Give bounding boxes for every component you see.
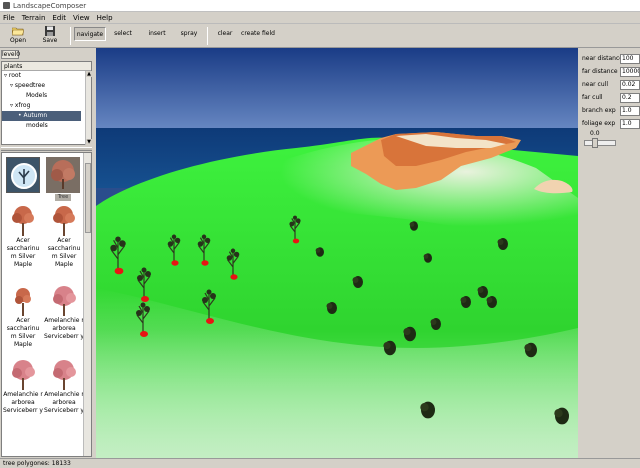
- serviceberry-tree-icon: [12, 360, 35, 390]
- tool-spray[interactable]: spray: [176, 27, 202, 41]
- tool-clear[interactable]: clear: [212, 27, 238, 41]
- plant-item[interactable]: Amelanchie r arborea Serviceberr y: [3, 357, 43, 415]
- far-distance-field[interactable]: 10000: [620, 67, 640, 77]
- plant-item[interactable]: Amelanchie r arborea Serviceberr y: [44, 283, 84, 341]
- gallery-scrollbar[interactable]: [83, 153, 91, 456]
- terrain-scene: [96, 48, 578, 458]
- red-marker: [292, 238, 300, 244]
- maple-tree-icon: [12, 206, 34, 236]
- panel-splitter[interactable]: [1, 147, 92, 151]
- serviceberry-tree-icon: [53, 286, 76, 316]
- menu-view[interactable]: View: [73, 14, 90, 22]
- tool-create-field[interactable]: create field: [240, 27, 276, 41]
- plant-label: Acer saccharinu m Silver Maple: [6, 317, 40, 348]
- red-marker: [201, 260, 209, 266]
- red-marker: [206, 318, 214, 324]
- toolbar-separator: [70, 27, 71, 45]
- plant-label: Acer saccharinu m Silver Maple: [6, 237, 40, 268]
- plant-item[interactable]: Acer saccharinu m Silver Maple: [44, 203, 84, 269]
- toolbar-separator: [207, 27, 208, 45]
- plant-item[interactable]: Amelanchie r arborea Serviceberr y: [44, 357, 84, 415]
- open-button[interactable]: Open: [6, 25, 30, 47]
- param-near-distance-label: near distance: [582, 55, 623, 62]
- tree-node-models-xfrog[interactable]: models: [26, 121, 48, 131]
- status-bar: tree polygones: 18133: [0, 458, 640, 468]
- plant-tree-view: plants ▿ root ▿ speedtree Models ▿ xfrog…: [1, 61, 92, 145]
- open-label: Open: [9, 37, 27, 44]
- plant-label: Tree: [55, 194, 71, 201]
- menu-bar: File Terrain Edit View Help: [0, 12, 640, 24]
- param-branch-exp-label: branch exp: [582, 107, 616, 114]
- tree-header[interactable]: plants: [2, 62, 91, 71]
- tree-node-speedtree[interactable]: ▿ speedtree: [10, 81, 45, 91]
- plant-item[interactable]: Acer saccharinu m Silver Maple: [3, 203, 43, 269]
- app-window: LandscapeComposer File Terrain Edit View…: [0, 0, 640, 468]
- tree-node-root[interactable]: ▿ root: [4, 71, 21, 81]
- foliage-exp-field[interactable]: 1.0: [620, 119, 640, 129]
- tree-node-label: Autumn: [23, 112, 48, 119]
- plant-label: Amelanchie r arborea Serviceberr y: [44, 391, 84, 414]
- folder-open-icon: [12, 27, 24, 36]
- tool-navigate[interactable]: navigate: [74, 27, 106, 41]
- floppy-disk-icon: [45, 26, 55, 36]
- tree-scrollbar[interactable]: ▲ ▼: [85, 71, 92, 145]
- plant-label: Amelanchie r arborea Serviceberr y: [44, 317, 84, 340]
- left-panel: level0 plants ▿ root ▿ speedtree Models …: [0, 48, 96, 457]
- red-marker: [140, 331, 148, 337]
- plant-label: Acer saccharinu m Silver Maple: [47, 237, 81, 268]
- maple-tree-icon: [53, 206, 75, 236]
- maple-tree-icon: [15, 288, 31, 316]
- near-cull-field[interactable]: 0.02: [620, 80, 640, 90]
- menu-help[interactable]: Help: [97, 14, 113, 22]
- scroll-thumb[interactable]: [85, 163, 91, 233]
- title-bar: LandscapeComposer: [0, 0, 640, 12]
- plant-item[interactable]: Acer saccharinu m Silver Maple: [3, 283, 43, 349]
- toolbar: Open Save navigate select insert spray c…: [0, 24, 640, 48]
- scroll-down-icon[interactable]: ▼: [86, 139, 92, 145]
- save-label: Save: [42, 37, 58, 44]
- near-distance-field[interactable]: 100: [620, 54, 640, 64]
- tree-thumbnail-icon: [51, 160, 75, 189]
- level-tab[interactable]: level0: [1, 50, 20, 59]
- tree-node-label: root: [8, 72, 21, 79]
- render-settings-panel: near distance 100 far distance 10000 nea…: [578, 48, 640, 458]
- param-near-cull-label: near cull: [582, 81, 608, 88]
- save-button[interactable]: Save: [38, 25, 62, 47]
- tree-node-models[interactable]: Models: [26, 91, 47, 101]
- param-far-cull-label: far cull: [582, 94, 603, 101]
- slider-thumb[interactable]: [592, 138, 598, 148]
- tree-node-xfrog[interactable]: ▿ xfrog: [10, 101, 30, 111]
- tool-insert[interactable]: insert: [144, 27, 170, 41]
- param-far-distance-label: far distance: [582, 68, 618, 75]
- slider-track[interactable]: [584, 140, 616, 146]
- plant-gallery: Tree Acer saccharinu m Silver Maple Acer…: [1, 152, 92, 457]
- tree-node-label: xfrog: [14, 102, 31, 109]
- status-text: tree polygones: 18133: [3, 460, 71, 467]
- param-foliage-exp-label: foliage exp: [582, 120, 616, 127]
- sky: [96, 48, 578, 138]
- tool-select[interactable]: select: [110, 27, 136, 41]
- red-marker: [171, 260, 179, 266]
- far-cull-field[interactable]: 0.2: [620, 93, 640, 103]
- slider-value: 0.0: [590, 130, 600, 137]
- serviceberry-tree-icon: [53, 360, 76, 390]
- red-marker: [230, 274, 238, 280]
- plant-label: Amelanchie r arborea Serviceberr y: [3, 391, 43, 414]
- terrain-3d-viewport[interactable]: [96, 48, 578, 458]
- select-tool-icon: [11, 163, 37, 189]
- window-title: LandscapeComposer: [13, 1, 87, 10]
- red-marker: [141, 296, 149, 302]
- app-icon: [3, 2, 10, 9]
- menu-terrain[interactable]: Terrain: [22, 14, 46, 22]
- branch-exp-field[interactable]: 1.0: [620, 106, 640, 116]
- red-marker: [114, 267, 124, 275]
- plant-item-selection[interactable]: [6, 157, 40, 193]
- menu-edit[interactable]: Edit: [52, 14, 66, 22]
- plant-item-tree[interactable]: [46, 157, 80, 193]
- scroll-up-icon[interactable]: ▲: [86, 71, 92, 77]
- menu-file[interactable]: File: [3, 14, 15, 22]
- tree-node-autumn[interactable]: • Autumn: [2, 111, 81, 121]
- tree-node-label: speedtree: [14, 82, 46, 89]
